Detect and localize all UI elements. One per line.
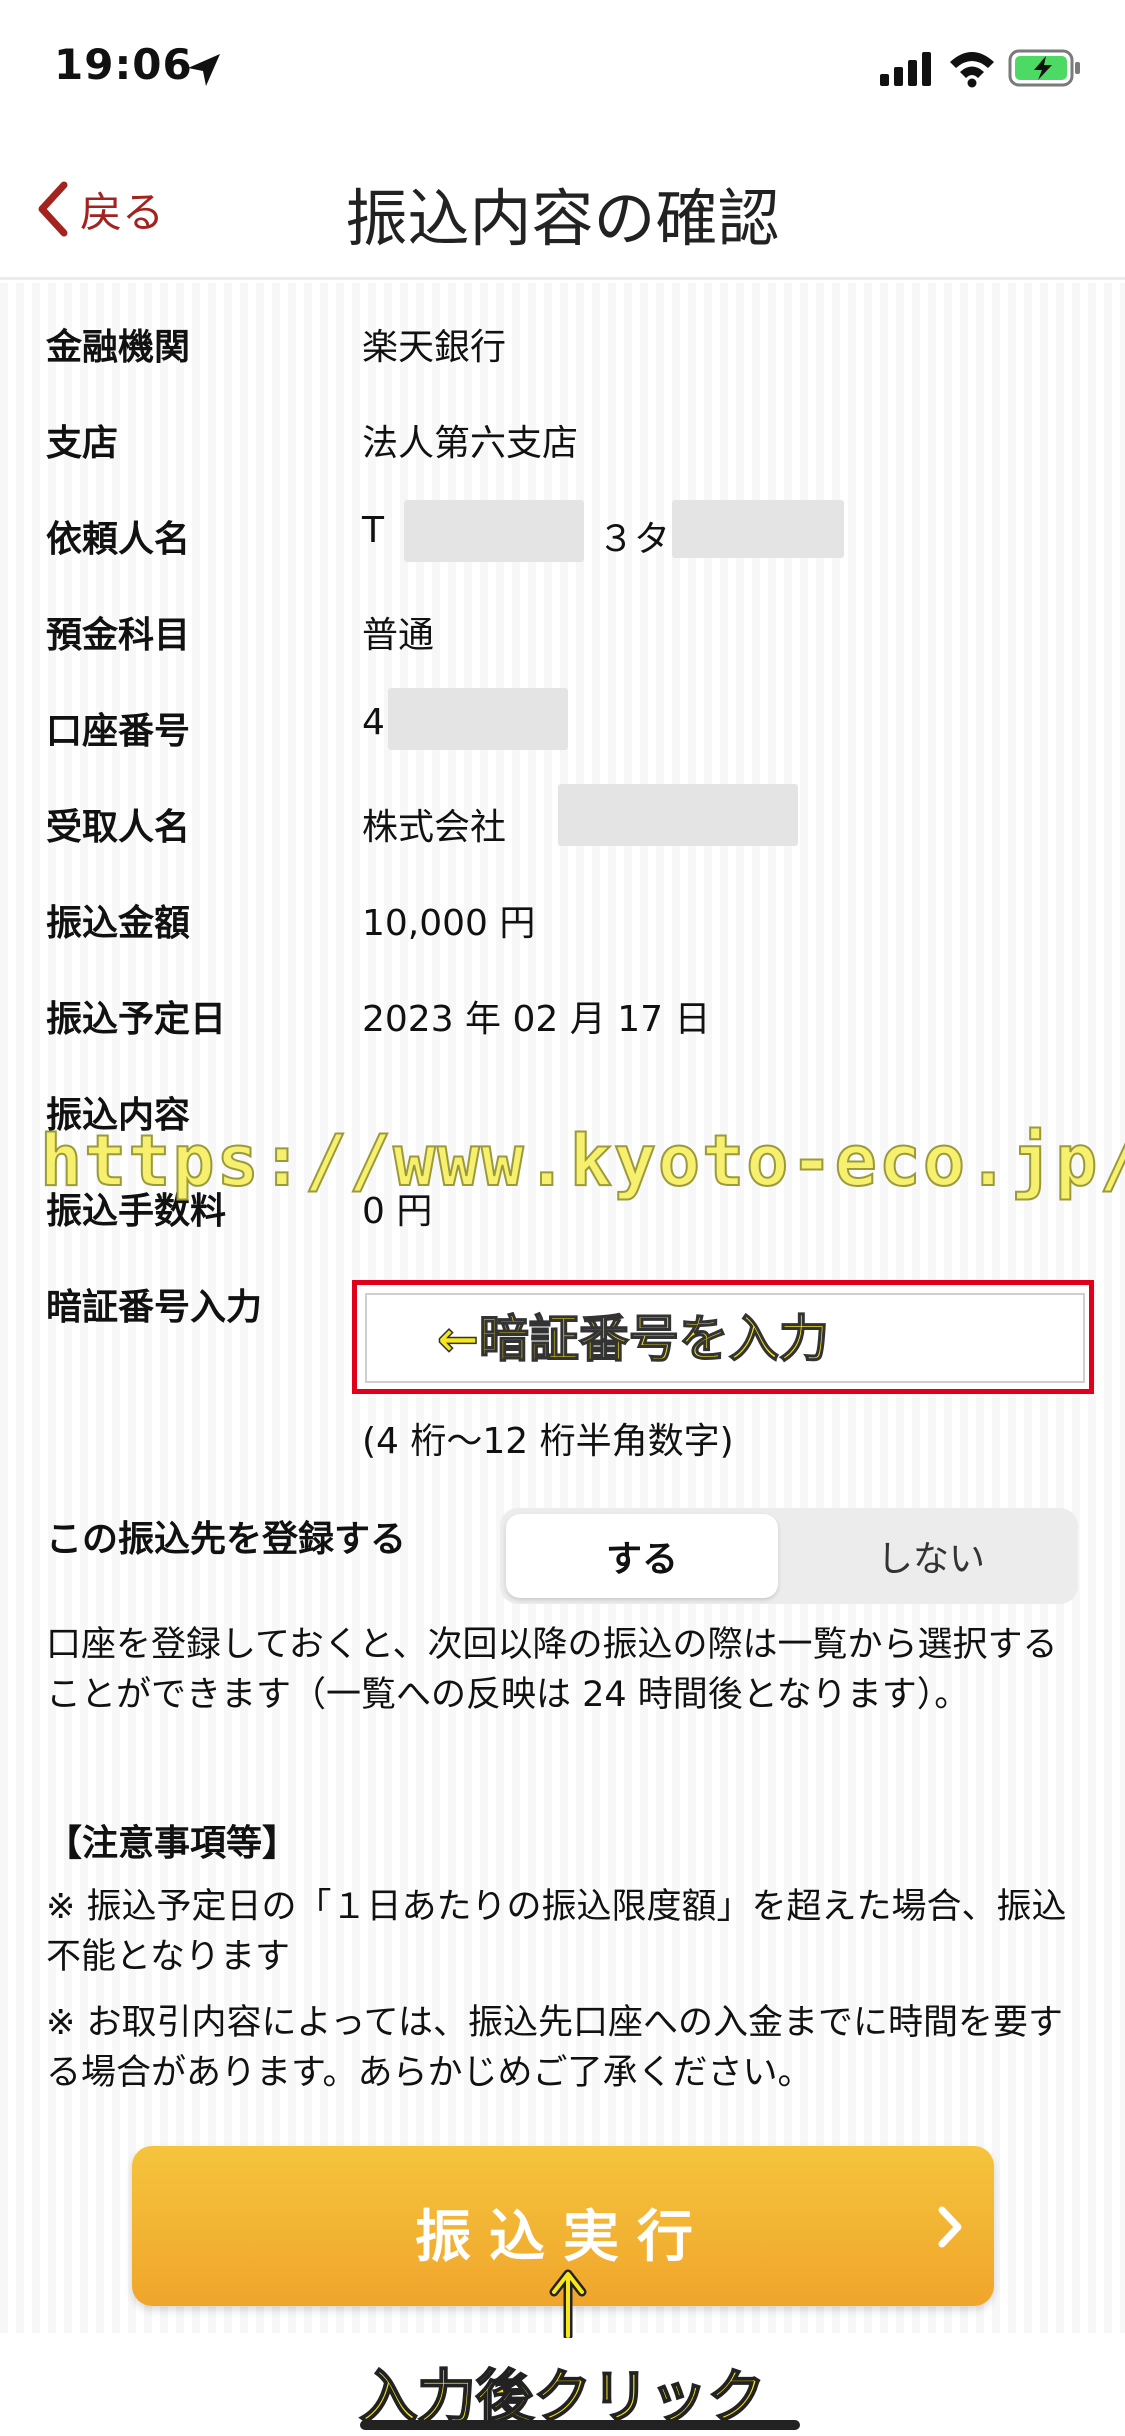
register-label: この振込先を登録する (46, 1519, 407, 1560)
pin-label: 暗証番号入力 (46, 1287, 263, 1328)
execute-button-label: 振込実行 (415, 2205, 711, 2270)
detail-row-bank: 金融機関 楽天銀行 (0, 318, 1125, 378)
footer-annotation: 入力後クリック (0, 2338, 1125, 2436)
arrow-up-icon (549, 2269, 587, 2338)
note-item: ※ 振込予定日の「１日あたりの振込限度額」を超えた場合、振込不能となります (46, 1887, 1067, 1977)
redacted-block (388, 688, 568, 750)
detail-label: 金融機関 (46, 327, 191, 368)
redacted-block (404, 500, 584, 562)
chevron-right-icon (938, 2206, 962, 2248)
nav-bar: 戻る 振込内容の確認 (0, 140, 1125, 280)
detail-label: 口座番号 (46, 711, 191, 752)
detail-label: 支店 (46, 423, 119, 464)
detail-value: 普通 (362, 615, 435, 656)
battery-charging-icon (1008, 49, 1080, 87)
detail-value: T (362, 510, 384, 551)
location-arrow-icon (188, 54, 220, 86)
pin-highlight-box: ←暗証番号を入力 (352, 1280, 1094, 1394)
detail-label: 預金科目 (46, 615, 191, 656)
page-title: 振込内容の確認 (345, 182, 780, 255)
status-bar: 19:06 (0, 0, 1125, 140)
detail-label: 受取人名 (46, 807, 191, 848)
detail-value: 2023 年 02 月 17 日 (362, 999, 711, 1040)
detail-value: 株式会社 (362, 807, 507, 848)
footer-annotation-text: 入力後クリック (358, 2362, 766, 2432)
register-option-no[interactable]: しない (790, 1514, 1072, 1598)
pin-hint: (4 桁〜12 桁半角数字) (362, 1421, 734, 1462)
wifi-icon (950, 52, 994, 88)
detail-label: 振込予定日 (46, 999, 227, 1040)
register-description: 口座を登録しておくと、次回以降の振込の際は一覧から選択することができます（一覧へ… (46, 1625, 1058, 1715)
detail-value: 4 (362, 702, 385, 743)
pin-annotation: ←暗証番号を入力 (436, 1309, 829, 1369)
redacted-block (558, 784, 798, 846)
notes-title: 【注意事項等】 (46, 1823, 299, 1864)
redacted-block (672, 500, 844, 558)
detail-value: 法人第六支店 (362, 423, 579, 464)
detail-row-date: 振込予定日 2023 年 02 月 17 日 (0, 990, 1125, 1050)
status-time: 19:06 (54, 40, 193, 89)
register-option-yes[interactable]: する (506, 1514, 778, 1598)
cellular-signal-icon (880, 52, 931, 86)
detail-row-account-type: 預金科目 普通 (0, 606, 1125, 666)
detail-row-amount: 振込金額 10,000 円 (0, 894, 1125, 954)
watermark-url: https://www.kyoto-eco.jp/ (39, 1119, 1125, 1203)
detail-label: 振込金額 (46, 903, 191, 944)
detail-value-secondary: ３タ (598, 519, 671, 560)
detail-value: 10,000 円 (362, 903, 536, 944)
detail-value: 楽天銀行 (362, 327, 507, 368)
detail-row-branch: 支店 法人第六支店 (0, 414, 1125, 474)
detail-label: 依頼人名 (46, 519, 191, 560)
note-item: ※ お取引内容によっては、振込先口座への入金までに時間を要する場合があります。あ… (46, 2003, 1063, 2093)
register-segmented-control: する しない (500, 1508, 1078, 1604)
